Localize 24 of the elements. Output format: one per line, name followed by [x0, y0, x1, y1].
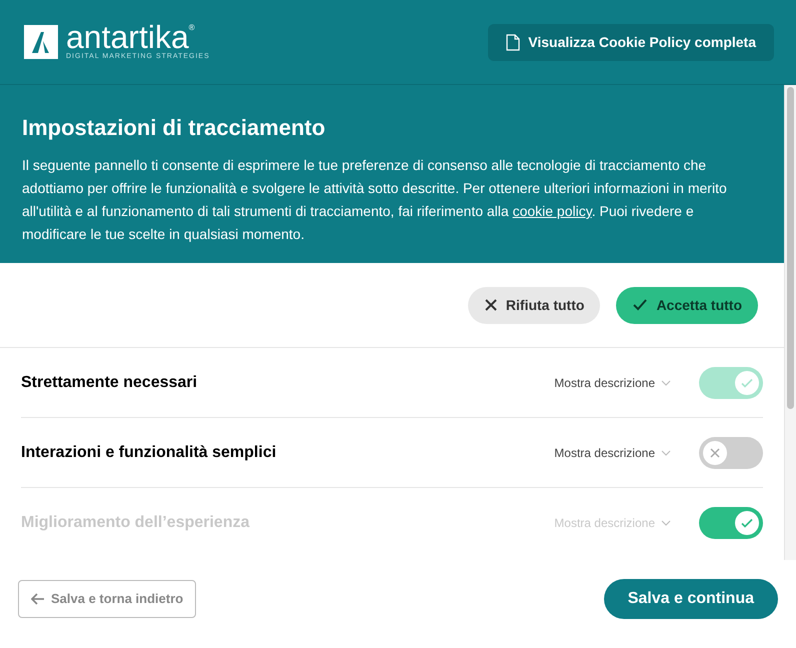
- reject-all-button[interactable]: Rifiuta tutto: [468, 286, 600, 324]
- document-icon: [506, 34, 520, 50]
- logo-wordmark: antartika: [66, 22, 189, 52]
- chevron-down-icon: [661, 450, 671, 456]
- registered-mark: ®: [188, 22, 195, 32]
- check-icon: [632, 298, 648, 312]
- chevron-down-icon: [661, 380, 671, 386]
- accept-all-button[interactable]: Accetta tutto: [616, 286, 758, 324]
- logo-icon: [24, 25, 58, 59]
- category-title: Interazioni e funzionalità semplici: [21, 442, 276, 462]
- category-title: Strettamente necessari: [21, 372, 198, 392]
- cookie-policy-button[interactable]: Visualizza Cookie Policy completa: [488, 24, 774, 60]
- panel-title: Impostazioni di tracciamento: [22, 114, 326, 142]
- toggle-switch[interactable]: [699, 436, 763, 468]
- show-description-button[interactable]: Mostra descrizione: [554, 444, 671, 462]
- arrow-left-icon: [31, 593, 45, 605]
- chevron-down-icon: [661, 520, 671, 526]
- close-icon: [484, 298, 498, 312]
- close-icon: [708, 446, 722, 460]
- intro-paragraph: Il seguente pannello ti consente di esprimere le tue preferenze di consenso alle tecnologie di tracciamento che adottiamo per offrire le funzionalità e svolgere le attività sotto descritte. Per ottenere ulteriori informazioni in merito all'utilità e al funzionamento di tali strumenti di tracciamento, fai riferimento alla cookie policy. Puoi rivedere e modificare le tue scelte in qualsiasi momento.: [22, 156, 728, 244]
- save-continue-button[interactable]: Salva e continua: [604, 579, 778, 619]
- back-button[interactable]: Salva e torna indietro: [18, 580, 196, 618]
- cookie-policy-link[interactable]: cookie policy: [512, 203, 592, 219]
- toggle-switch[interactable]: [699, 507, 763, 539]
